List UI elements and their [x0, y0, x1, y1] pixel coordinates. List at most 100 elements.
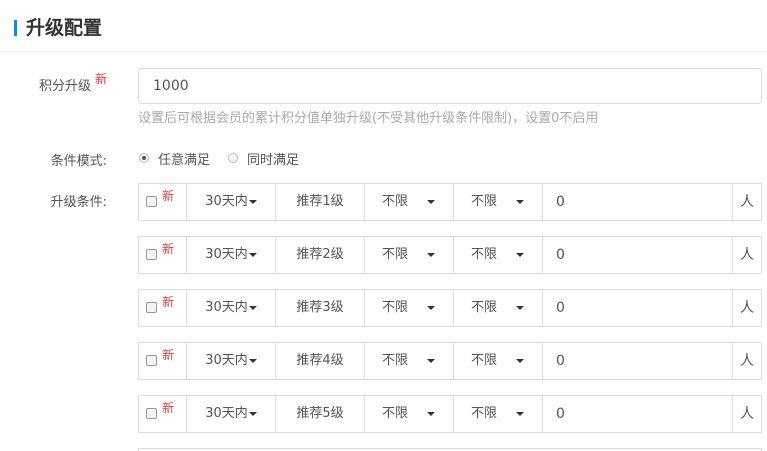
level-select-value: 推荐3级: [296, 300, 344, 315]
days-select[interactable]: 30天内: [187, 237, 276, 273]
condition-row: 新 30天内 推荐5级 不限 不限 0 人: [138, 395, 762, 433]
unit-label: 人: [740, 406, 754, 422]
level-select[interactable]: 推荐4级: [276, 343, 365, 379]
limit-a-select[interactable]: 不限: [365, 184, 454, 220]
caret-down-icon: [516, 412, 524, 416]
level-select[interactable]: 推荐3级: [276, 290, 365, 326]
limit-a-select[interactable]: 不限: [365, 290, 454, 326]
limit-b-select[interactable]: 不限: [454, 237, 543, 273]
radio-unchecked-icon: [228, 153, 238, 163]
days-select-value: 30天内: [205, 194, 248, 209]
caret-down-icon: [248, 199, 257, 204]
count-input[interactable]: 0: [543, 343, 733, 379]
radio-checked-icon: [139, 153, 149, 163]
points-upgrade-input[interactable]: 1000: [138, 68, 762, 104]
row-checkbox[interactable]: [146, 249, 157, 260]
caret-down-icon: [248, 411, 257, 416]
limit-a-value: 不限: [382, 300, 409, 315]
limit-a-select[interactable]: 不限: [365, 396, 454, 432]
radio-any-satisfy[interactable]: 任意满足: [139, 149, 211, 168]
row-checkbox-cell: 新: [139, 396, 187, 432]
caret-down-icon: [427, 412, 435, 416]
row-checkbox[interactable]: [146, 355, 157, 366]
radio-all-satisfy[interactable]: 同时满足: [228, 149, 300, 168]
section-header: 升级配置: [0, 0, 767, 52]
condition-mode-label: 条件模式:: [50, 154, 107, 169]
days-select[interactable]: 30天内: [187, 290, 276, 326]
caret-down-icon: [248, 305, 257, 310]
limit-b-value: 不限: [471, 247, 498, 262]
caret-down-icon: [427, 253, 435, 257]
caret-down-icon: [516, 306, 524, 310]
limit-b-select[interactable]: 不限: [454, 396, 543, 432]
count-input[interactable]: 0: [543, 184, 733, 220]
row-checkbox-cell: 新: [139, 184, 187, 220]
row-checkbox[interactable]: [146, 196, 157, 207]
caret-down-icon: [516, 200, 524, 204]
new-badge: 新: [162, 348, 175, 362]
limit-b-select[interactable]: 不限: [454, 184, 543, 220]
limit-a-value: 不限: [382, 194, 409, 209]
limit-a-select[interactable]: 不限: [365, 343, 454, 379]
limit-a-value: 不限: [382, 353, 409, 368]
unit-label: 人: [740, 247, 754, 263]
count-input[interactable]: 0: [543, 290, 733, 326]
conditions-label: 升级条件:: [50, 195, 107, 210]
limit-b-value: 不限: [471, 406, 498, 421]
limit-a-value: 不限: [382, 406, 409, 421]
new-badge: 新: [162, 189, 175, 203]
caret-down-icon: [427, 359, 435, 363]
header-accent-bar: [14, 20, 17, 36]
radio-any-satisfy-label: 任意满足: [158, 152, 211, 168]
row-checkbox-cell: 新: [139, 237, 187, 273]
level-select-value: 推荐2级: [296, 247, 344, 262]
days-select-value: 30天内: [205, 300, 248, 315]
points-upgrade-hint: 设置后可根据会员的累计积分值单独升级(不受其他升级条件限制)，设置0不启用: [138, 111, 599, 126]
caret-down-icon: [516, 359, 524, 363]
days-select-value: 30天内: [205, 247, 248, 262]
days-select-value: 30天内: [205, 353, 248, 368]
row-checkbox[interactable]: [146, 302, 157, 313]
days-select[interactable]: 30天内: [187, 396, 276, 432]
days-select[interactable]: 30天内: [187, 184, 276, 220]
radio-all-satisfy-label: 同时满足: [247, 152, 300, 168]
page-title: 升级配置: [26, 17, 103, 39]
new-badge: 新: [162, 242, 175, 256]
level-select[interactable]: 推荐1级: [276, 184, 365, 220]
limit-a-value: 不限: [382, 247, 409, 262]
limit-b-select[interactable]: 不限: [454, 290, 543, 326]
points-upgrade-label-wrap: 积分升级新: [38, 72, 107, 94]
unit-label: 人: [740, 353, 754, 369]
level-select[interactable]: 推荐2级: [276, 237, 365, 273]
points-upgrade-label: 积分升级: [38, 79, 91, 94]
condition-row: 新 30天内 推荐3级 不限 不限 0 人: [138, 289, 762, 327]
level-select[interactable]: 推荐5级: [276, 396, 365, 432]
condition-row: 新 30天内 推荐4级 不限 不限 0 人: [138, 342, 762, 380]
limit-b-value: 不限: [471, 194, 498, 209]
limit-b-value: 不限: [471, 353, 498, 368]
caret-down-icon: [516, 253, 524, 257]
new-badge: 新: [94, 72, 107, 86]
limit-b-select[interactable]: 不限: [454, 343, 543, 379]
limit-b-value: 不限: [471, 300, 498, 315]
new-badge: 新: [162, 295, 175, 309]
caret-down-icon: [248, 358, 257, 363]
caret-down-icon: [427, 306, 435, 310]
new-badge: 新: [162, 401, 175, 415]
caret-down-icon: [248, 252, 257, 257]
condition-row: 新 30天内 推荐2级 不限 不限 0 人: [138, 236, 762, 274]
condition-row: 新 30天内 推荐1级 不限 不限 0 人: [138, 183, 762, 221]
unit-label: 人: [740, 300, 754, 316]
level-select-value: 推荐5级: [296, 406, 344, 421]
days-select[interactable]: 30天内: [187, 343, 276, 379]
row-checkbox[interactable]: [146, 408, 157, 419]
count-input[interactable]: 0: [543, 396, 733, 432]
caret-down-icon: [427, 200, 435, 204]
row-checkbox-cell: 新: [139, 343, 187, 379]
count-input[interactable]: 0: [543, 237, 733, 273]
days-select-value: 30天内: [205, 406, 248, 421]
row-checkbox-cell: 新: [139, 290, 187, 326]
unit-label: 人: [740, 194, 754, 210]
limit-a-select[interactable]: 不限: [365, 237, 454, 273]
level-select-value: 推荐4级: [296, 353, 344, 368]
